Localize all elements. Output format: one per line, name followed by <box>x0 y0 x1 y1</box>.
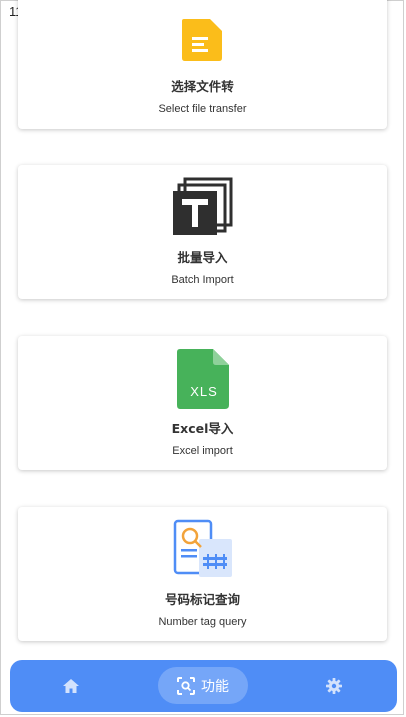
card-excel-import[interactable]: XLS Excel导入 Excel import <box>18 336 387 470</box>
card-title: Excel导入 <box>171 421 234 436</box>
card-subtitle: Excel import <box>172 445 233 457</box>
card-subtitle: Batch Import <box>171 274 234 286</box>
nav-functions-button[interactable]: 功能 <box>158 667 248 704</box>
nav-home-button[interactable] <box>58 660 84 712</box>
card-title: 批量导入 <box>177 250 228 265</box>
card-batch-import[interactable]: 批量导入 Batch Import <box>18 165 387 299</box>
xls-file-icon <box>177 349 229 409</box>
bottom-nav: 功能 <box>10 660 397 712</box>
card-number-tag-query[interactable]: 号码标记查询 Number tag query <box>18 507 387 641</box>
gear-icon <box>326 678 342 694</box>
card-title: 号码标记查询 <box>164 592 240 607</box>
nav-functions-label: 功能 <box>201 678 229 695</box>
text-t-icon <box>173 177 233 235</box>
search-document-icon <box>173 519 232 577</box>
nav-settings-button[interactable] <box>321 660 347 712</box>
card-select-file-transfer[interactable]: 选择文件转 Select file transfer <box>18 0 387 129</box>
card-subtitle: Number tag query <box>158 616 247 628</box>
document-icon <box>182 19 222 61</box>
card-subtitle: Select file transfer <box>158 103 247 115</box>
card-title: 选择文件转 <box>171 79 234 94</box>
scan-icon <box>177 676 195 695</box>
xls-icon-text: XLS <box>190 384 218 399</box>
home-icon <box>63 679 79 693</box>
